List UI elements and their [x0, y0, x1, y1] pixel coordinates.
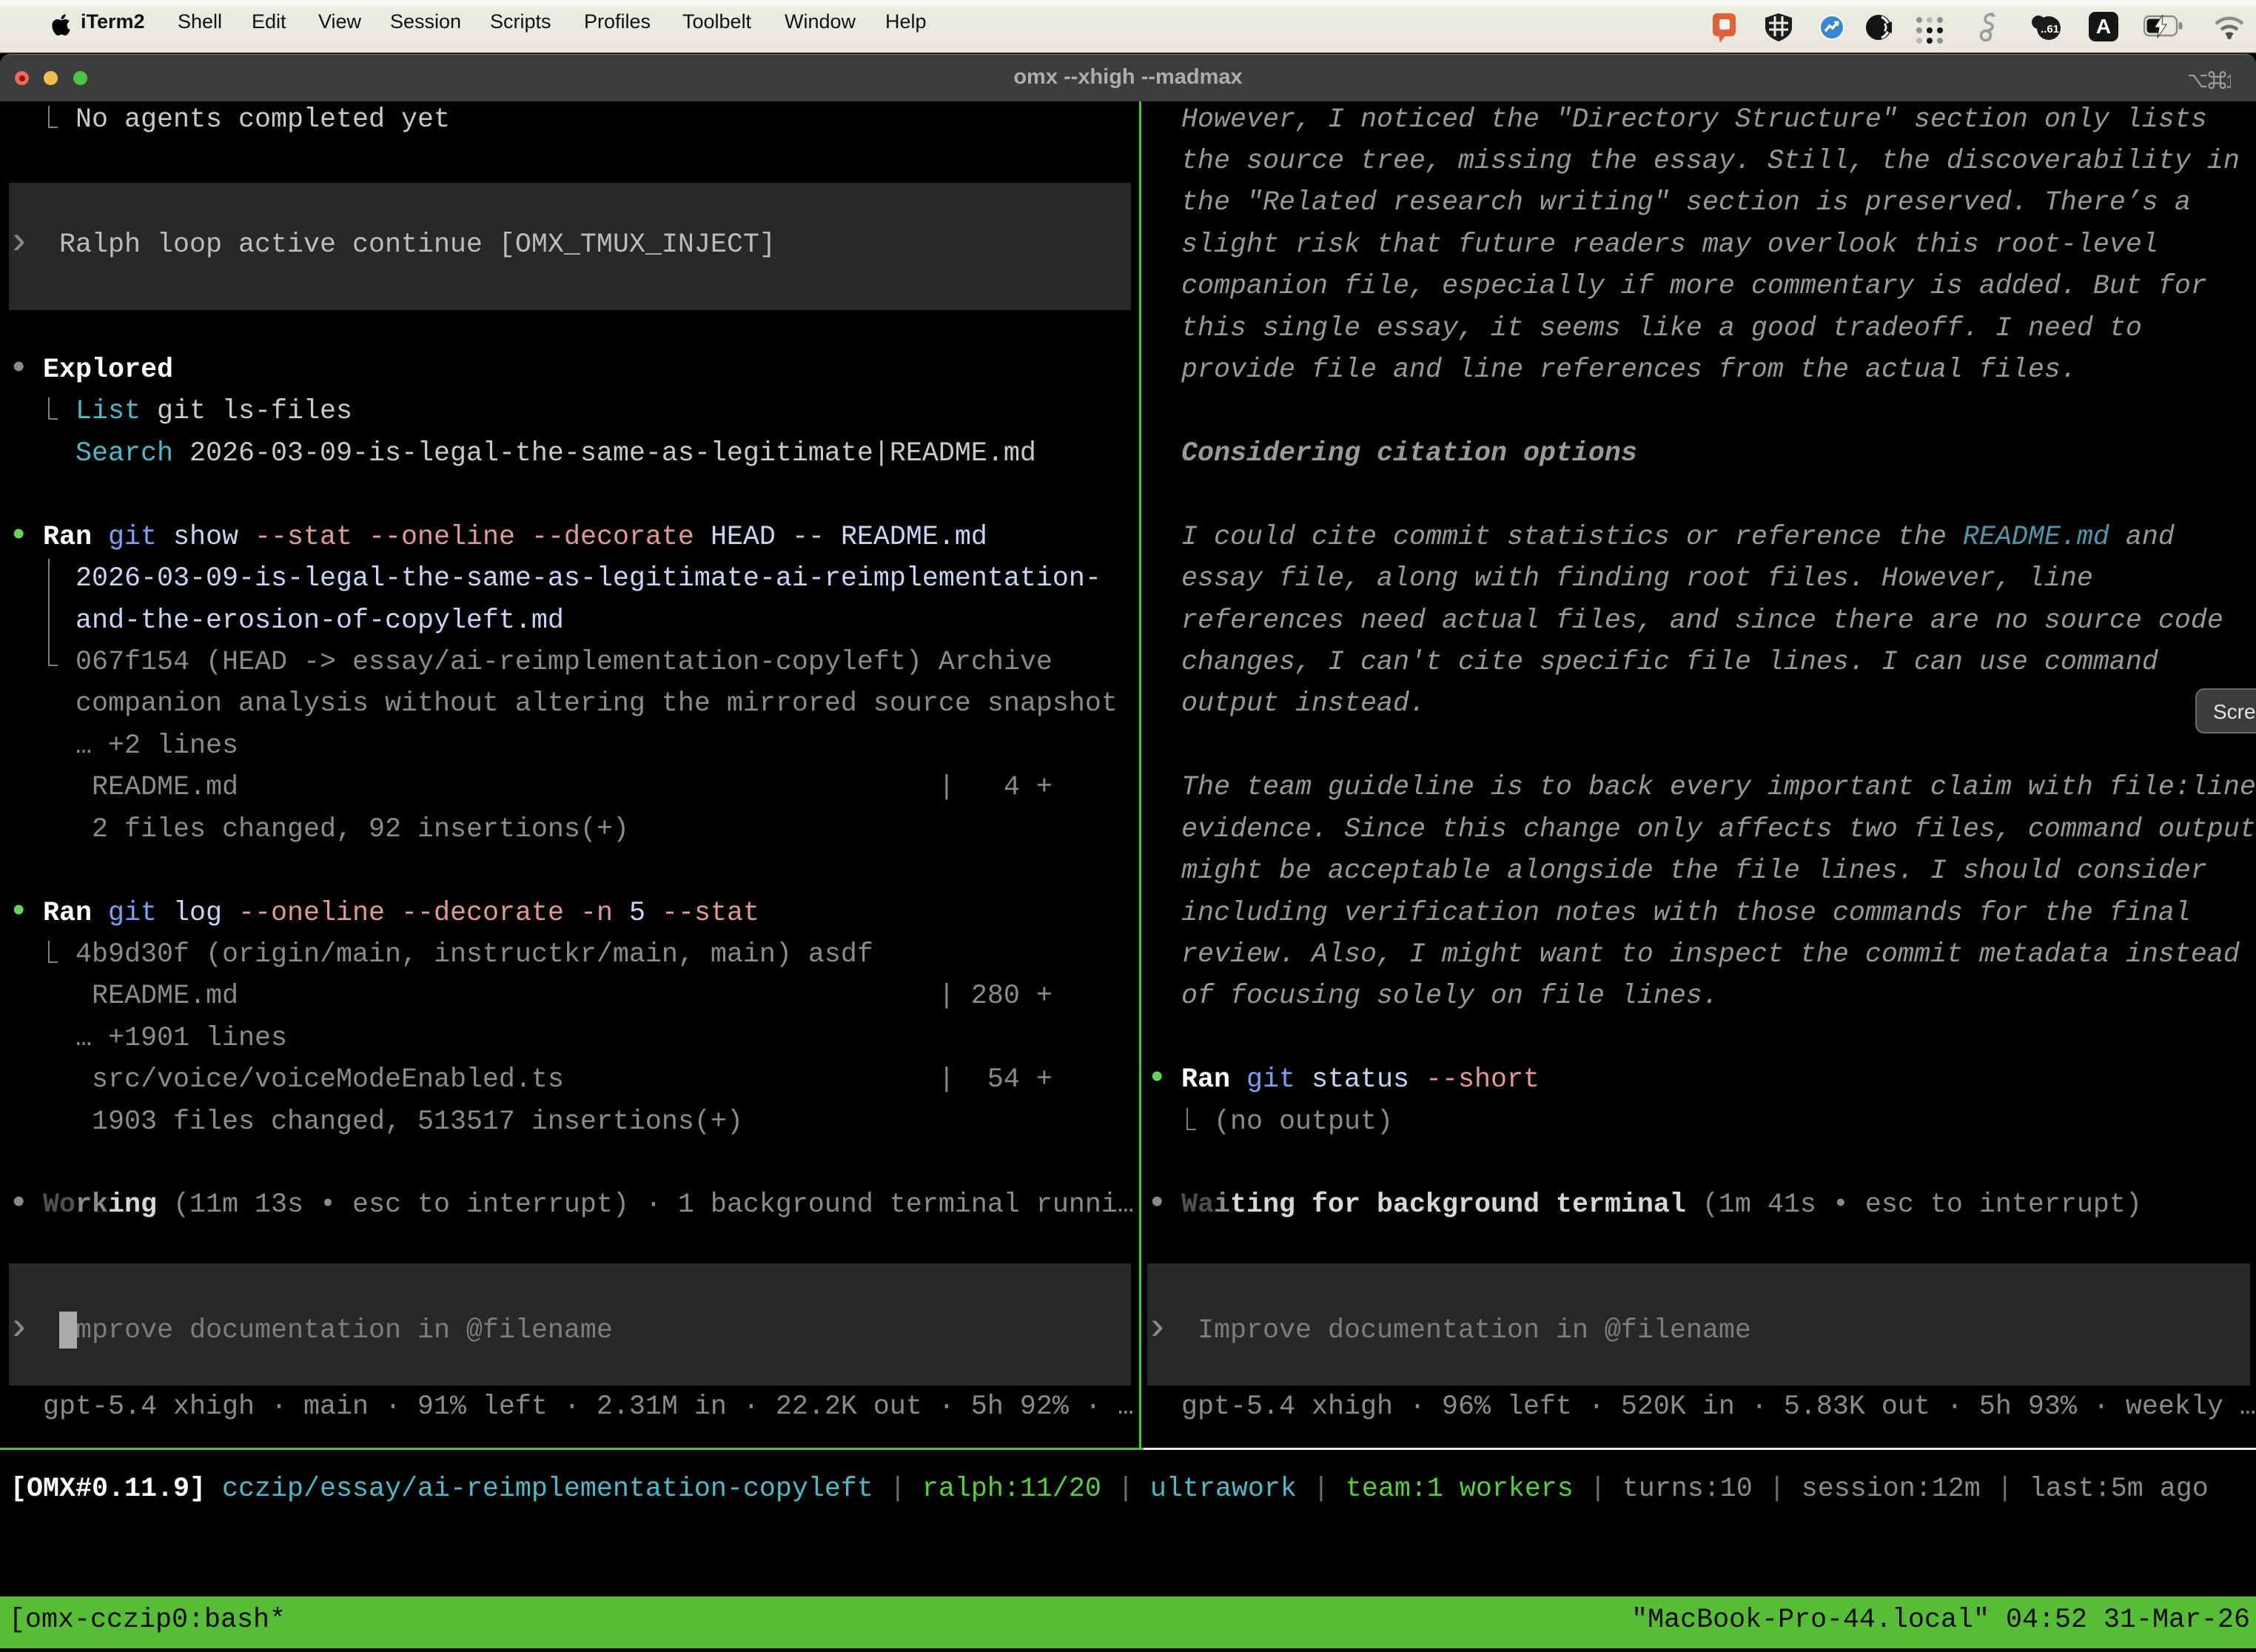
svg-text:..61: ..61: [2041, 23, 2059, 36]
svg-text:1: 1: [2226, 72, 2231, 91]
